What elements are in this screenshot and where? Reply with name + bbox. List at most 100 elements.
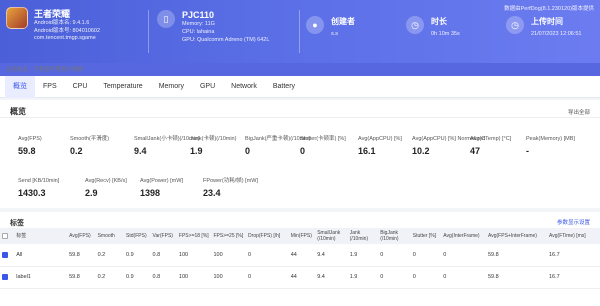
table-cell: 100 <box>176 244 212 267</box>
device-gpu: GPU: Qualcomm Adreno (TM) 642L <box>182 37 270 43</box>
tab-battery[interactable]: Battery <box>265 76 303 98</box>
table-cell: All <box>14 244 68 267</box>
app-version-code: Android版本号: 804010602 <box>34 27 101 34</box>
table-cell: 0 <box>441 266 486 289</box>
column-header[interactable]: Drop(FPS) [/h] <box>246 228 289 244</box>
table-cell: 0 <box>441 244 486 267</box>
table-cell: 0.2 <box>95 266 125 289</box>
tab-fps[interactable]: FPS <box>35 76 65 98</box>
table-cell: 16.7 <box>547 266 600 289</box>
table-cell: 44 <box>288 244 316 267</box>
table-cell: 0 <box>410 244 442 267</box>
app-icon <box>6 7 28 29</box>
tab-gpu[interactable]: GPU <box>192 76 223 98</box>
creator-title: 创建者 <box>331 17 355 26</box>
duration-stat: ◷ 时长 0h 10m 35s <box>400 0 500 63</box>
table-cell: 0.9 <box>124 244 151 267</box>
metric-peak-memory: Peak(Memory) [MB] - <box>526 135 575 157</box>
row-checkbox[interactable] <box>2 251 8 258</box>
duration-title: 时长 <box>431 17 447 26</box>
app-version-name: Android版本名: 9.4.1.6 <box>34 20 90 26</box>
metric-send: Send [KB/10min] 1430.3 <box>18 177 60 199</box>
labels-card: 标签 参数显示设置 标签 Avg(FPS) Smooth Std(FPS) Va… <box>0 212 600 306</box>
column-header[interactable]: Min(FPS) <box>288 228 316 244</box>
column-header[interactable]: Avg(FPS+InterFrame) <box>485 228 547 244</box>
table-cell: 0.8 <box>150 244 177 267</box>
search-input[interactable] <box>6 65 146 74</box>
table-cell: 0 <box>246 244 289 267</box>
overview-card: 概览 导出全部 Avg(FPS) 59.8 Smooth(平滑度) 0.2 Smal… <box>0 100 600 208</box>
device-info: ▯ PJC110 Memory: 11G CPU: lahaina GPU: Q… <box>149 0 299 63</box>
table-cell: 59.8 <box>485 244 547 267</box>
table-cell: 100 <box>211 266 247 289</box>
export-all-button[interactable]: 导出全部 <box>568 108 590 116</box>
device-memory: Memory: 11G <box>182 21 215 27</box>
table-cell: 1.9 <box>347 244 379 267</box>
tab-overview[interactable]: 概览 <box>5 75 35 98</box>
column-header[interactable]: BigJank (/10min) <box>378 228 411 244</box>
table-cell: 0 <box>410 266 442 289</box>
upload-title: 上传时间 <box>531 17 563 26</box>
table-cell: 9.4 <box>315 266 348 289</box>
upload-time-icon: ◷ <box>506 16 524 34</box>
table-row[interactable]: label1 59.8 0.2 0.9 0.8 100 100 0 44 9.4… <box>0 266 600 289</box>
table-header-row: 标签 Avg(FPS) Smooth Std(FPS) Var(FPS) FPS… <box>0 228 600 244</box>
column-header[interactable]: Avg(InterFrame) <box>441 228 486 244</box>
column-header[interactable]: Var(FPS) <box>150 228 177 244</box>
duration-value: 0h 10m 35s <box>431 31 460 37</box>
overview-title: 概览 <box>10 107 26 116</box>
tab-network[interactable]: Network <box>223 76 265 98</box>
table-cell: 0 <box>378 266 411 289</box>
column-header[interactable]: SmallJank (/10min) <box>315 228 348 244</box>
column-header[interactable]: Smooth <box>95 228 125 244</box>
device-model: PJC110 <box>182 10 215 20</box>
param-settings-link[interactable]: 参数显示设置 <box>557 218 590 228</box>
select-all-checkbox[interactable] <box>2 232 8 239</box>
device-cpu: CPU: lahaina <box>182 29 215 35</box>
table-cell: 0.8 <box>150 266 177 289</box>
table-cell: 44 <box>288 266 316 289</box>
table-row[interactable]: All 59.8 0.2 0.9 0.8 100 100 0 44 9.4 1.… <box>0 244 600 267</box>
column-header[interactable]: FPS>=25 [%] <box>211 228 247 244</box>
table-cell: 59.8 <box>67 266 96 289</box>
tab-memory[interactable]: Memory <box>151 76 192 98</box>
app-info: 王者荣耀 Android版本名: 9.4.1.6 Android版本号: 804… <box>0 0 148 63</box>
creator-stat: ● 创建者 s.s <box>300 0 400 63</box>
table-cell: 59.8 <box>67 244 96 267</box>
column-header[interactable]: Std(FPS) <box>124 228 151 244</box>
app-name: 王者荣耀 <box>34 9 71 19</box>
table-cell: 16.7 <box>547 244 600 267</box>
tab-bar: 概览 FPS CPU Temperature Memory GPU Networ… <box>0 75 600 98</box>
table-cell: 59.8 <box>485 266 547 289</box>
column-header[interactable]: FPS>=18 [%] <box>176 228 212 244</box>
creator-value: s.s <box>331 31 339 37</box>
upload-value: 21/07/2023 12:06:51 <box>531 31 582 37</box>
version-note: 数据由PerfDog(8.1.230120)版本提供 <box>504 6 594 12</box>
column-header[interactable]: 标签 <box>14 228 68 244</box>
table-cell: 0 <box>246 266 289 289</box>
column-header[interactable]: Jank (/10min) <box>347 228 379 244</box>
row-checkbox[interactable] <box>2 273 8 280</box>
column-header[interactable]: Avg(FPS) <box>67 228 96 244</box>
column-header[interactable]: Avg(FTime) [ms] <box>547 228 600 244</box>
table-cell: 100 <box>176 266 212 289</box>
table-cell: label1 <box>14 266 68 289</box>
column-header[interactable]: Stutter [%] <box>410 228 442 244</box>
table-cell: 1.9 <box>347 266 379 289</box>
tab-cpu[interactable]: CPU <box>65 76 96 98</box>
metric-fpower: FPower(功耗/帧) [mW] 23.4 <box>203 177 258 199</box>
tab-temperature[interactable]: Temperature <box>95 76 150 98</box>
table-cell: 0 <box>378 244 411 267</box>
table-cell: 9.4 <box>315 244 348 267</box>
table-cell: 100 <box>211 244 247 267</box>
user-icon: ● <box>306 16 324 34</box>
table-cell: 0.2 <box>95 244 125 267</box>
labels-title: 标签 <box>10 220 24 227</box>
search-bar <box>0 63 600 76</box>
clock-icon: ◷ <box>406 16 424 34</box>
phone-icon: ▯ <box>157 10 175 28</box>
app-package: com.tencent.tmgp.sgame <box>34 35 96 41</box>
table-cell: 0.9 <box>124 266 151 289</box>
labels-table: 标签 Avg(FPS) Smooth Std(FPS) Var(FPS) FPS… <box>0 228 600 289</box>
report-header: 王者荣耀 Android版本名: 9.4.1.6 Android版本号: 804… <box>0 0 600 63</box>
